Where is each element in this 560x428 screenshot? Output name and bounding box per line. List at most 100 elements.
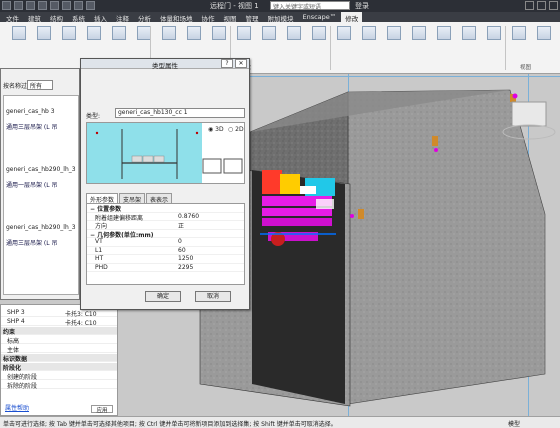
- ribbon-tool-button[interactable]: [58, 26, 80, 56]
- ribbon-tab[interactable]: 附加模块: [264, 12, 298, 23]
- param-row[interactable]: VT 0: [87, 238, 244, 247]
- ribbon-tool-button[interactable]: [408, 26, 430, 56]
- ribbon-tool-button[interactable]: [8, 26, 30, 56]
- ribbon-tab[interactable]: 结构: [46, 12, 67, 23]
- param-value[interactable]: 1250: [178, 255, 244, 263]
- property-row[interactable]: 标高: [1, 336, 117, 345]
- revit-logo-icon[interactable]: [2, 1, 11, 10]
- family-list-item[interactable]: generi_cas_hb290_lh_3: [6, 224, 76, 231]
- property-section[interactable]: 阶段化: [1, 363, 117, 372]
- ribbon-tool-button[interactable]: [183, 26, 205, 56]
- property-section[interactable]: 约束: [1, 327, 117, 336]
- close-icon[interactable]: ✕: [235, 59, 247, 68]
- type-select[interactable]: generi_cas_hb130_cc 1: [115, 108, 245, 118]
- fit-view-icon[interactable]: [202, 158, 222, 174]
- param-row[interactable]: 附着组建偏移距离 0.8760: [87, 213, 244, 222]
- property-row[interactable]: SHP 3 卡托3: C10: [1, 309, 117, 318]
- ribbon-tool-button[interactable]: [283, 26, 305, 56]
- param-value[interactable]: 0: [178, 238, 244, 246]
- param-row[interactable]: L1 60: [87, 247, 244, 255]
- ribbon-tab[interactable]: 视图: [220, 12, 241, 23]
- ribbon-tool-button[interactable]: [533, 26, 555, 56]
- ribbon-tool-button[interactable]: [358, 26, 380, 56]
- ribbon-tab[interactable]: 修改: [341, 12, 363, 23]
- close-icon[interactable]: [549, 1, 558, 10]
- dialog-title-text: 类型属性: [152, 62, 178, 70]
- family-list-item[interactable]: 通用三层吊架 (L 吊: [6, 122, 58, 131]
- minimize-icon[interactable]: [525, 1, 534, 10]
- ribbon-tool-button[interactable]: [258, 26, 280, 56]
- ribbon-tool-button[interactable]: [483, 26, 505, 56]
- param-value[interactable]: 正: [178, 221, 244, 230]
- property-section[interactable]: 标识数据: [1, 354, 117, 363]
- hanger-marker[interactable]: [432, 136, 438, 146]
- ribbon-tool-button[interactable]: [308, 26, 330, 56]
- properties-help-link[interactable]: 属性帮助: [5, 403, 29, 412]
- apply-button[interactable]: 应用: [91, 405, 113, 414]
- param-value[interactable]: 2295: [178, 264, 244, 272]
- param-group-header[interactable]: − 位置参数: [87, 204, 244, 213]
- ribbon-tool-button[interactable]: [33, 26, 55, 56]
- ribbon-tool-button[interactable]: [508, 26, 530, 56]
- view-3d-radio[interactable]: ◉ 3D: [208, 126, 224, 133]
- property-value[interactable]: 卡托3: C10: [59, 309, 117, 318]
- cancel-button[interactable]: 取消: [195, 291, 231, 302]
- tool-icon: [262, 26, 276, 40]
- ribbon-tab[interactable]: Enscape™: [299, 12, 341, 22]
- undo-icon[interactable]: [38, 1, 47, 10]
- ribbon-tool-button[interactable]: [458, 26, 480, 56]
- ribbon-tab[interactable]: 系统: [68, 12, 89, 23]
- login-link[interactable]: 登录: [355, 1, 369, 11]
- search-input[interactable]: 键入关键字或短语: [270, 1, 350, 11]
- maximize-icon[interactable]: [537, 1, 546, 10]
- ok-button[interactable]: 确定: [145, 291, 181, 302]
- redo-icon[interactable]: [50, 1, 59, 10]
- ribbon-tool-button[interactable]: [158, 26, 180, 56]
- ribbon-tab[interactable]: 协作: [198, 12, 219, 23]
- 3d-view-icon[interactable]: [86, 1, 95, 10]
- ribbon-tab[interactable]: 文件: [2, 12, 23, 23]
- ribbon-tab[interactable]: 注释: [112, 12, 133, 23]
- ribbon-tab[interactable]: 插入: [90, 12, 111, 23]
- ribbon-tab[interactable]: 建筑: [24, 12, 45, 23]
- zoom-icon[interactable]: [223, 158, 243, 174]
- ribbon-tab[interactable]: 分析: [134, 12, 155, 23]
- parameter-table[interactable]: − 位置参数 附着组建偏移距离 0.8760 方向正 − 几何参数(单位:mm) VT 0 L…: [86, 203, 245, 285]
- param-value[interactable]: 60: [178, 247, 244, 255]
- ribbon-tool-button[interactable]: [133, 26, 155, 56]
- property-row[interactable]: SHP 4 卡托4: C10: [1, 318, 117, 327]
- param-row[interactable]: 方向 正: [87, 221, 244, 230]
- param-row[interactable]: PHD 2295: [87, 264, 244, 272]
- view-2d-radio[interactable]: ○ 2D: [228, 126, 244, 133]
- tool-icon: [312, 26, 326, 40]
- property-row[interactable]: 主体: [1, 345, 117, 354]
- ribbon-tool-button[interactable]: [383, 26, 405, 56]
- ribbon-tool-button[interactable]: [233, 26, 255, 56]
- open-icon[interactable]: [14, 1, 23, 10]
- ribbon-tool-button[interactable]: [108, 26, 130, 56]
- family-list-item[interactable]: 通用三层吊架 (L 吊: [6, 238, 58, 247]
- measure-icon[interactable]: [74, 1, 83, 10]
- filter-dropdown[interactable]: 所有: [27, 80, 53, 90]
- family-list-item[interactable]: generi_cas_hb290_lh_3: [6, 166, 76, 173]
- property-row[interactable]: 拆除的阶段: [1, 381, 117, 390]
- property-row[interactable]: 创建的阶段: [1, 372, 117, 381]
- ribbon-tool-button[interactable]: [433, 26, 455, 56]
- param-group-header[interactable]: − 几何参数(单位:mm): [87, 230, 244, 239]
- param-row[interactable]: HT 1250: [87, 255, 244, 264]
- ribbon-tab[interactable]: 体量和场地: [156, 12, 197, 23]
- ribbon-tool-button[interactable]: [333, 26, 355, 56]
- property-value[interactable]: 卡托4: C10: [59, 318, 117, 327]
- family-list-item[interactable]: 通用一层吊架 (L 吊: [6, 180, 58, 189]
- ribbon-tool-button[interactable]: [208, 26, 230, 56]
- save-icon[interactable]: [26, 1, 35, 10]
- family-list[interactable]: generi_cas_hb 3 通用三层吊架 (L 吊 generi_cas_hb2…: [3, 95, 79, 295]
- ribbon-tool-button[interactable]: [83, 26, 105, 56]
- ribbon-tab[interactable]: 管理: [242, 12, 263, 23]
- print-icon[interactable]: [62, 1, 71, 10]
- ribbon-separator: [505, 26, 506, 70]
- family-list-item[interactable]: generi_cas_hb 3: [6, 108, 55, 115]
- param-value[interactable]: 0.8760: [178, 213, 244, 221]
- hanger-marker[interactable]: [358, 209, 364, 219]
- help-icon[interactable]: ?: [221, 59, 233, 68]
